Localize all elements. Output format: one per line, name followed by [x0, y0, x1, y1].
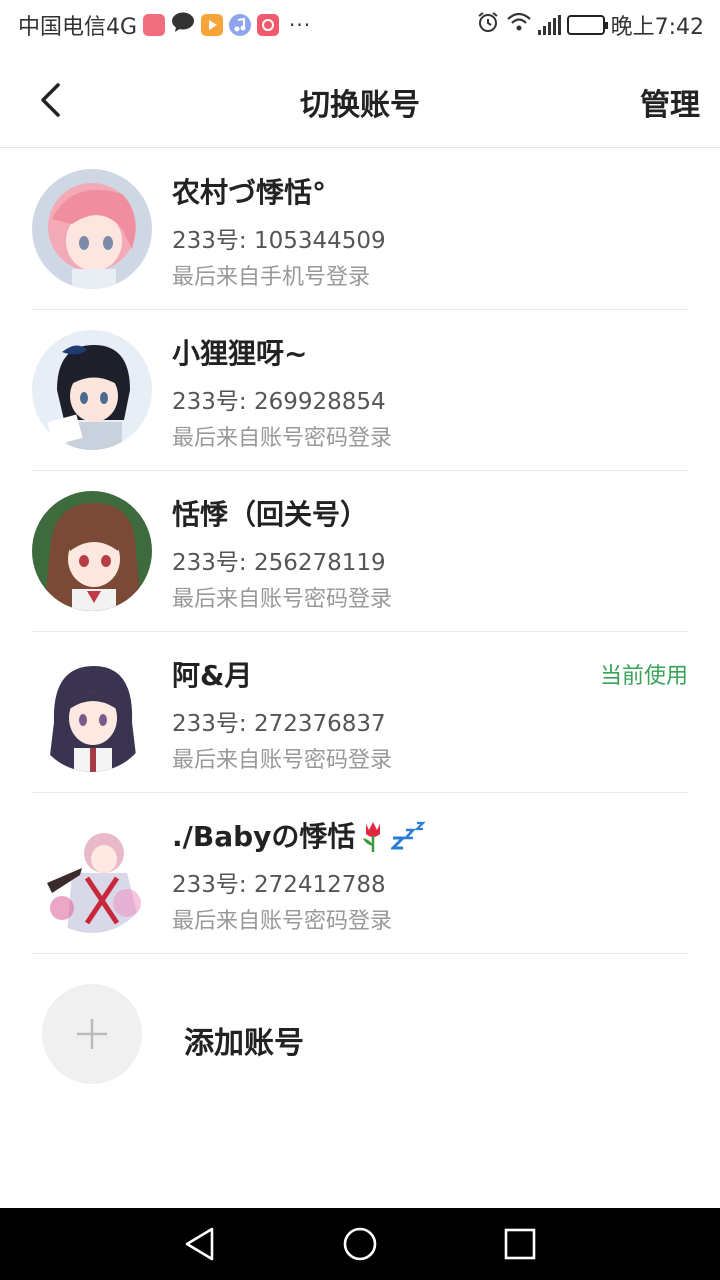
avatar	[32, 330, 152, 450]
account-login-method: 最后来自账号密码登录	[172, 587, 393, 612]
account-login-method: 最后来自账号密码登录	[172, 909, 393, 934]
triangle-back-icon	[185, 1227, 214, 1261]
account-name: 阿&月	[172, 659, 253, 692]
music-icon	[229, 14, 252, 36]
system-nav-bar	[0, 1208, 720, 1280]
status-bar: 中国电信4G ··· 晚上7:42	[0, 0, 720, 50]
account-row[interactable]: ./Babyの悸恬 233号: 272412788 最后来自账号密码登录	[32, 793, 688, 954]
clock-time: 晚上7:42	[610, 15, 704, 40]
circle-home-icon	[343, 1227, 377, 1261]
account-id: 233号: 272412788	[172, 872, 386, 898]
account-id: 233号: 105344509	[172, 228, 386, 254]
add-account-label: 添加账号	[184, 1026, 304, 1061]
tulip-icon	[359, 818, 387, 859]
page-title: 切换账号	[300, 88, 420, 123]
avatar	[32, 652, 152, 772]
add-account-row[interactable]: 添加账号	[42, 984, 682, 1084]
nav-home-button[interactable]	[330, 1214, 390, 1274]
account-name-text: ./Babyの悸恬	[172, 820, 356, 853]
account-login-method: 最后来自账号密码登录	[172, 426, 393, 451]
photo-icon	[257, 14, 280, 36]
account-login-method: 最后来自手机号登录	[172, 265, 371, 290]
battery-icon	[566, 15, 608, 35]
account-row[interactable]: 小狸狸呀~ 233号: 269928854 最后来自账号密码登录	[32, 310, 688, 471]
account-id: 233号: 272376837	[172, 711, 386, 737]
more-notifications-icon: ···	[289, 13, 312, 37]
screen: 中国电信4G ··· 晚上7:42 切换账号 管理 农村づ悸恬° 233号: 1…	[0, 0, 720, 1280]
account-row[interactable]: 阿&月 当前使用 233号: 272376837 最后来自账号密码登录	[32, 632, 688, 793]
status-right: 晚上7:42	[476, 9, 704, 41]
nav-back-button[interactable]	[170, 1214, 230, 1274]
app-header: 切换账号 管理	[0, 50, 720, 148]
video-icon	[201, 14, 224, 36]
chat-icon	[171, 11, 195, 39]
nav-recents-button[interactable]	[490, 1214, 550, 1274]
plus-icon	[77, 1019, 107, 1049]
status-left: 中国电信4G ···	[18, 9, 311, 41]
heart-app-icon	[143, 14, 166, 36]
wifi-icon	[506, 11, 532, 39]
account-name: ./Babyの悸恬	[172, 815, 427, 859]
avatar	[32, 813, 152, 933]
square-recents-icon	[504, 1228, 536, 1260]
account-name: 小狸狸呀~	[172, 337, 308, 370]
sleeping-zzz-icon	[389, 820, 427, 857]
account-id: 233号: 256278119	[172, 550, 386, 576]
account-name: 农村づ悸恬°	[172, 176, 327, 209]
account-login-method: 最后来自账号密码登录	[172, 748, 393, 773]
carrier-label: 中国电信4G	[18, 15, 138, 40]
account-row[interactable]: 恬悸（回关号） 233号: 256278119 最后来自账号密码登录	[32, 471, 688, 632]
account-list: 农村づ悸恬° 233号: 105344509 最后来自手机号登录 小狸狸呀~ 2…	[0, 149, 720, 954]
account-name: 恬悸（回关号）	[172, 498, 369, 531]
account-id: 233号: 269928854	[172, 389, 386, 415]
avatar	[32, 169, 152, 289]
alarm-icon	[476, 10, 500, 40]
add-account-button[interactable]	[42, 984, 142, 1084]
avatar	[32, 491, 152, 611]
signal-icon	[537, 15, 561, 35]
manage-button[interactable]: 管理	[640, 80, 700, 124]
account-row[interactable]: 农村づ悸恬° 233号: 105344509 最后来自手机号登录	[32, 149, 688, 310]
current-account-badge: 当前使用	[599, 664, 688, 689]
